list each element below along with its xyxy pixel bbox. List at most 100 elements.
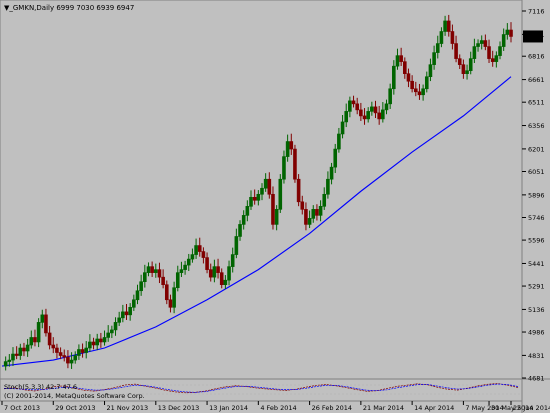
candle-body bbox=[252, 196, 257, 201]
candle-body bbox=[472, 46, 477, 59]
copyright-text: (C) 2001-2014, MetaQuotes Software Corp. bbox=[4, 392, 145, 400]
candle-body bbox=[304, 209, 308, 225]
price-axis-label: 7116 bbox=[528, 8, 545, 16]
candle-body bbox=[479, 40, 484, 44]
candle-body bbox=[88, 341, 92, 349]
candle-body bbox=[102, 337, 107, 343]
candle-body bbox=[505, 29, 510, 35]
price-axis-label: 6356 bbox=[528, 122, 545, 130]
candle-body bbox=[153, 269, 158, 273]
candle-body bbox=[439, 31, 444, 44]
candle-body bbox=[340, 121, 345, 135]
candle-body bbox=[370, 106, 374, 112]
candle-body bbox=[355, 103, 360, 111]
candle-body bbox=[465, 70, 469, 74]
candle-body bbox=[33, 337, 37, 343]
candle-body bbox=[443, 20, 447, 32]
candle-body bbox=[428, 64, 433, 78]
price-chart-canvas[interactable]: ▼_GMKN,Daily 6999 7030 6939 694771166961… bbox=[0, 0, 550, 413]
candle-body bbox=[483, 40, 488, 47]
candle-body bbox=[494, 55, 499, 62]
candle-body bbox=[296, 178, 301, 203]
candle-body bbox=[139, 281, 143, 292]
candle-body bbox=[432, 52, 436, 65]
candle-body bbox=[212, 266, 217, 278]
candle-body bbox=[300, 201, 305, 210]
candle-body bbox=[260, 187, 264, 195]
candle-body bbox=[84, 347, 89, 353]
candle-body bbox=[498, 46, 502, 56]
candle-body bbox=[62, 355, 67, 358]
candle-body bbox=[366, 111, 370, 120]
candle-body bbox=[454, 43, 458, 59]
time-axis-label: 21 Mar 2014 bbox=[363, 404, 404, 412]
candle-body bbox=[274, 209, 279, 225]
candle-body bbox=[150, 266, 154, 273]
candle-body bbox=[377, 112, 381, 120]
candle-body bbox=[40, 314, 45, 323]
time-axis-label: 25 Jun 2014 bbox=[513, 404, 550, 412]
price-axis-label: 4681 bbox=[528, 375, 545, 383]
candle-body bbox=[14, 353, 19, 356]
candle-body bbox=[106, 332, 110, 338]
candle-body bbox=[388, 88, 392, 105]
candle-body bbox=[329, 166, 334, 180]
candle-body bbox=[395, 55, 400, 67]
candle-body bbox=[278, 178, 283, 210]
candle-body bbox=[468, 58, 473, 71]
candle-body bbox=[403, 61, 407, 74]
candle-body bbox=[22, 347, 26, 352]
candle-body bbox=[373, 106, 378, 114]
candle-body bbox=[223, 279, 228, 286]
candle-body bbox=[359, 109, 363, 117]
candle-body bbox=[172, 287, 176, 308]
candle-body bbox=[230, 254, 235, 267]
candle-body bbox=[190, 254, 195, 260]
candle-body bbox=[11, 353, 15, 361]
candle-body bbox=[135, 290, 140, 301]
candle-body bbox=[95, 338, 100, 346]
price-axis-label: 5291 bbox=[528, 283, 545, 291]
candle-body bbox=[337, 133, 341, 150]
candle-body bbox=[293, 148, 297, 180]
candle-body bbox=[421, 88, 425, 96]
candle-body bbox=[307, 218, 312, 225]
candle-body bbox=[263, 178, 268, 189]
current-price-text: 6947 bbox=[525, 32, 542, 40]
candle-body bbox=[58, 352, 63, 356]
price-axis-label: 6511 bbox=[528, 99, 545, 107]
candle-body bbox=[446, 20, 451, 32]
candle-body bbox=[121, 311, 125, 319]
candle-body bbox=[490, 58, 495, 62]
candle-body bbox=[406, 73, 411, 82]
candle-body bbox=[18, 347, 23, 356]
candle-body bbox=[219, 272, 224, 286]
candle-body bbox=[241, 215, 246, 225]
candle-body bbox=[25, 344, 30, 352]
candle-body bbox=[201, 251, 206, 258]
candle-body bbox=[348, 100, 352, 112]
candle-body bbox=[384, 103, 389, 111]
candle-body bbox=[399, 55, 403, 62]
price-axis-label: 6201 bbox=[528, 145, 545, 153]
candle-body bbox=[110, 329, 114, 334]
price-axis-label: 6051 bbox=[528, 168, 545, 176]
time-axis-label: 13 Jan 2014 bbox=[209, 404, 248, 412]
candle-body bbox=[80, 349, 85, 353]
candle-body bbox=[424, 76, 429, 90]
candle-body bbox=[7, 359, 12, 362]
candle-body bbox=[476, 43, 480, 47]
price-axis-label: 6816 bbox=[528, 53, 545, 61]
candle-body bbox=[36, 322, 41, 343]
candle-body bbox=[113, 322, 118, 331]
candle-body bbox=[47, 332, 52, 346]
candle-body bbox=[267, 178, 272, 195]
candle-body bbox=[487, 46, 491, 59]
candle-body bbox=[435, 43, 440, 53]
candle-body bbox=[77, 349, 81, 356]
candle-body bbox=[157, 269, 162, 278]
candle-body bbox=[318, 206, 323, 216]
time-axis-label: 7 Oct 2013 bbox=[4, 404, 40, 412]
candle-body bbox=[245, 206, 250, 216]
candle-body bbox=[216, 266, 220, 273]
